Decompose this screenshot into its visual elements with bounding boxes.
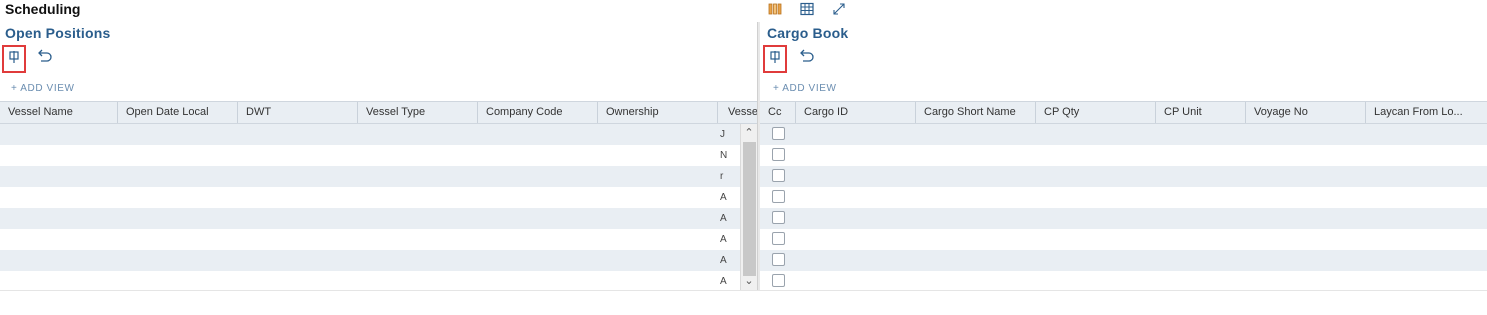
pin-icon	[769, 50, 781, 69]
scrollbar-thumb[interactable]	[743, 142, 756, 276]
row-checkbox[interactable]	[771, 274, 785, 287]
column-header[interactable]: Cargo Short Name	[916, 102, 1036, 123]
undo-icon	[799, 49, 815, 68]
table-row[interactable]	[760, 145, 1487, 166]
column-header[interactable]: Vessel Name	[0, 102, 118, 123]
column-header[interactable]: Cc	[760, 102, 796, 123]
grid-header: Vessel Name Open Date Local DWT Vessel T…	[0, 101, 757, 124]
cell-partial: A	[720, 255, 727, 266]
row-checkbox[interactable]	[771, 169, 785, 182]
undo-icon	[37, 49, 53, 68]
table-row[interactable]: N	[0, 145, 757, 166]
grid-body	[760, 124, 1487, 292]
vertical-scrollbar[interactable]: ⌃ ⌄	[740, 124, 757, 290]
table-row[interactable]: A	[0, 271, 757, 292]
reset-button[interactable]	[34, 47, 56, 69]
row-checkbox[interactable]	[771, 232, 785, 245]
column-header[interactable]: Ownership	[598, 102, 718, 123]
row-checkbox[interactable]	[771, 127, 785, 140]
cell-partial: r	[720, 171, 724, 182]
pin-columns-button[interactable]	[2, 45, 26, 73]
row-checkbox[interactable]	[771, 253, 785, 266]
column-header[interactable]: Cargo ID	[796, 102, 916, 123]
pin-columns-button[interactable]	[763, 45, 787, 73]
cargo-book-panel: Cargo Book + ADD VIEW Cc Cargo ID Cargo …	[760, 22, 1487, 314]
table-row[interactable]: A	[0, 187, 757, 208]
row-checkbox[interactable]	[771, 148, 785, 161]
cell-partial: A	[720, 234, 727, 245]
table-row[interactable]: r	[0, 166, 757, 187]
pin-icon	[8, 50, 20, 69]
table-row[interactable]: A	[0, 208, 757, 229]
panel-title: Cargo Book	[767, 25, 849, 41]
expand-icon[interactable]	[830, 0, 848, 18]
add-view-link[interactable]: + ADD VIEW	[773, 83, 837, 94]
cell-partial: N	[720, 150, 728, 161]
cell-partial: A	[720, 276, 727, 287]
grid-header: Cc Cargo ID Cargo Short Name CP Qty CP U…	[760, 101, 1487, 124]
column-header[interactable]: Vesse	[718, 102, 757, 123]
table-row[interactable]	[760, 124, 1487, 145]
table-row[interactable]	[760, 271, 1487, 292]
column-header[interactable]: CP Unit	[1156, 102, 1246, 123]
panel-title: Open Positions	[5, 25, 111, 41]
status-strip	[0, 290, 1487, 315]
table-row[interactable]: A	[0, 250, 757, 271]
table-row[interactable]: A	[0, 229, 757, 250]
add-view-link[interactable]: + ADD VIEW	[11, 83, 75, 94]
cell-partial: A	[720, 213, 727, 224]
chevron-up-icon[interactable]: ⌃	[743, 126, 755, 140]
column-header[interactable]: Company Code	[478, 102, 598, 123]
grid-body: J N r A A A A A	[0, 124, 757, 292]
table-row[interactable]	[760, 166, 1487, 187]
table-row[interactable]	[760, 250, 1487, 271]
column-header[interactable]: Vessel Type	[358, 102, 478, 123]
reset-button[interactable]	[796, 47, 818, 69]
app-title: Scheduling	[5, 1, 81, 17]
row-checkbox[interactable]	[771, 211, 785, 224]
table-row[interactable]	[760, 229, 1487, 250]
chevron-down-icon[interactable]: ⌄	[743, 274, 755, 288]
row-checkbox[interactable]	[771, 190, 785, 203]
column-header[interactable]: Laycan From Lo...	[1366, 102, 1466, 123]
open-positions-panel: Open Positions + ADD VIEW Vessel Name Op…	[0, 22, 757, 314]
columns-icon[interactable]	[766, 0, 784, 18]
grid-icon[interactable]	[798, 0, 816, 18]
cell-partial: A	[720, 192, 727, 203]
table-row[interactable]: J	[0, 124, 757, 145]
column-header[interactable]: Open Date Local	[118, 102, 238, 123]
table-row[interactable]	[760, 187, 1487, 208]
table-row[interactable]	[760, 208, 1487, 229]
column-header[interactable]: DWT	[238, 102, 358, 123]
cell-partial: J	[720, 129, 725, 140]
column-header[interactable]: Voyage No	[1246, 102, 1366, 123]
column-header[interactable]: CP Qty	[1036, 102, 1156, 123]
